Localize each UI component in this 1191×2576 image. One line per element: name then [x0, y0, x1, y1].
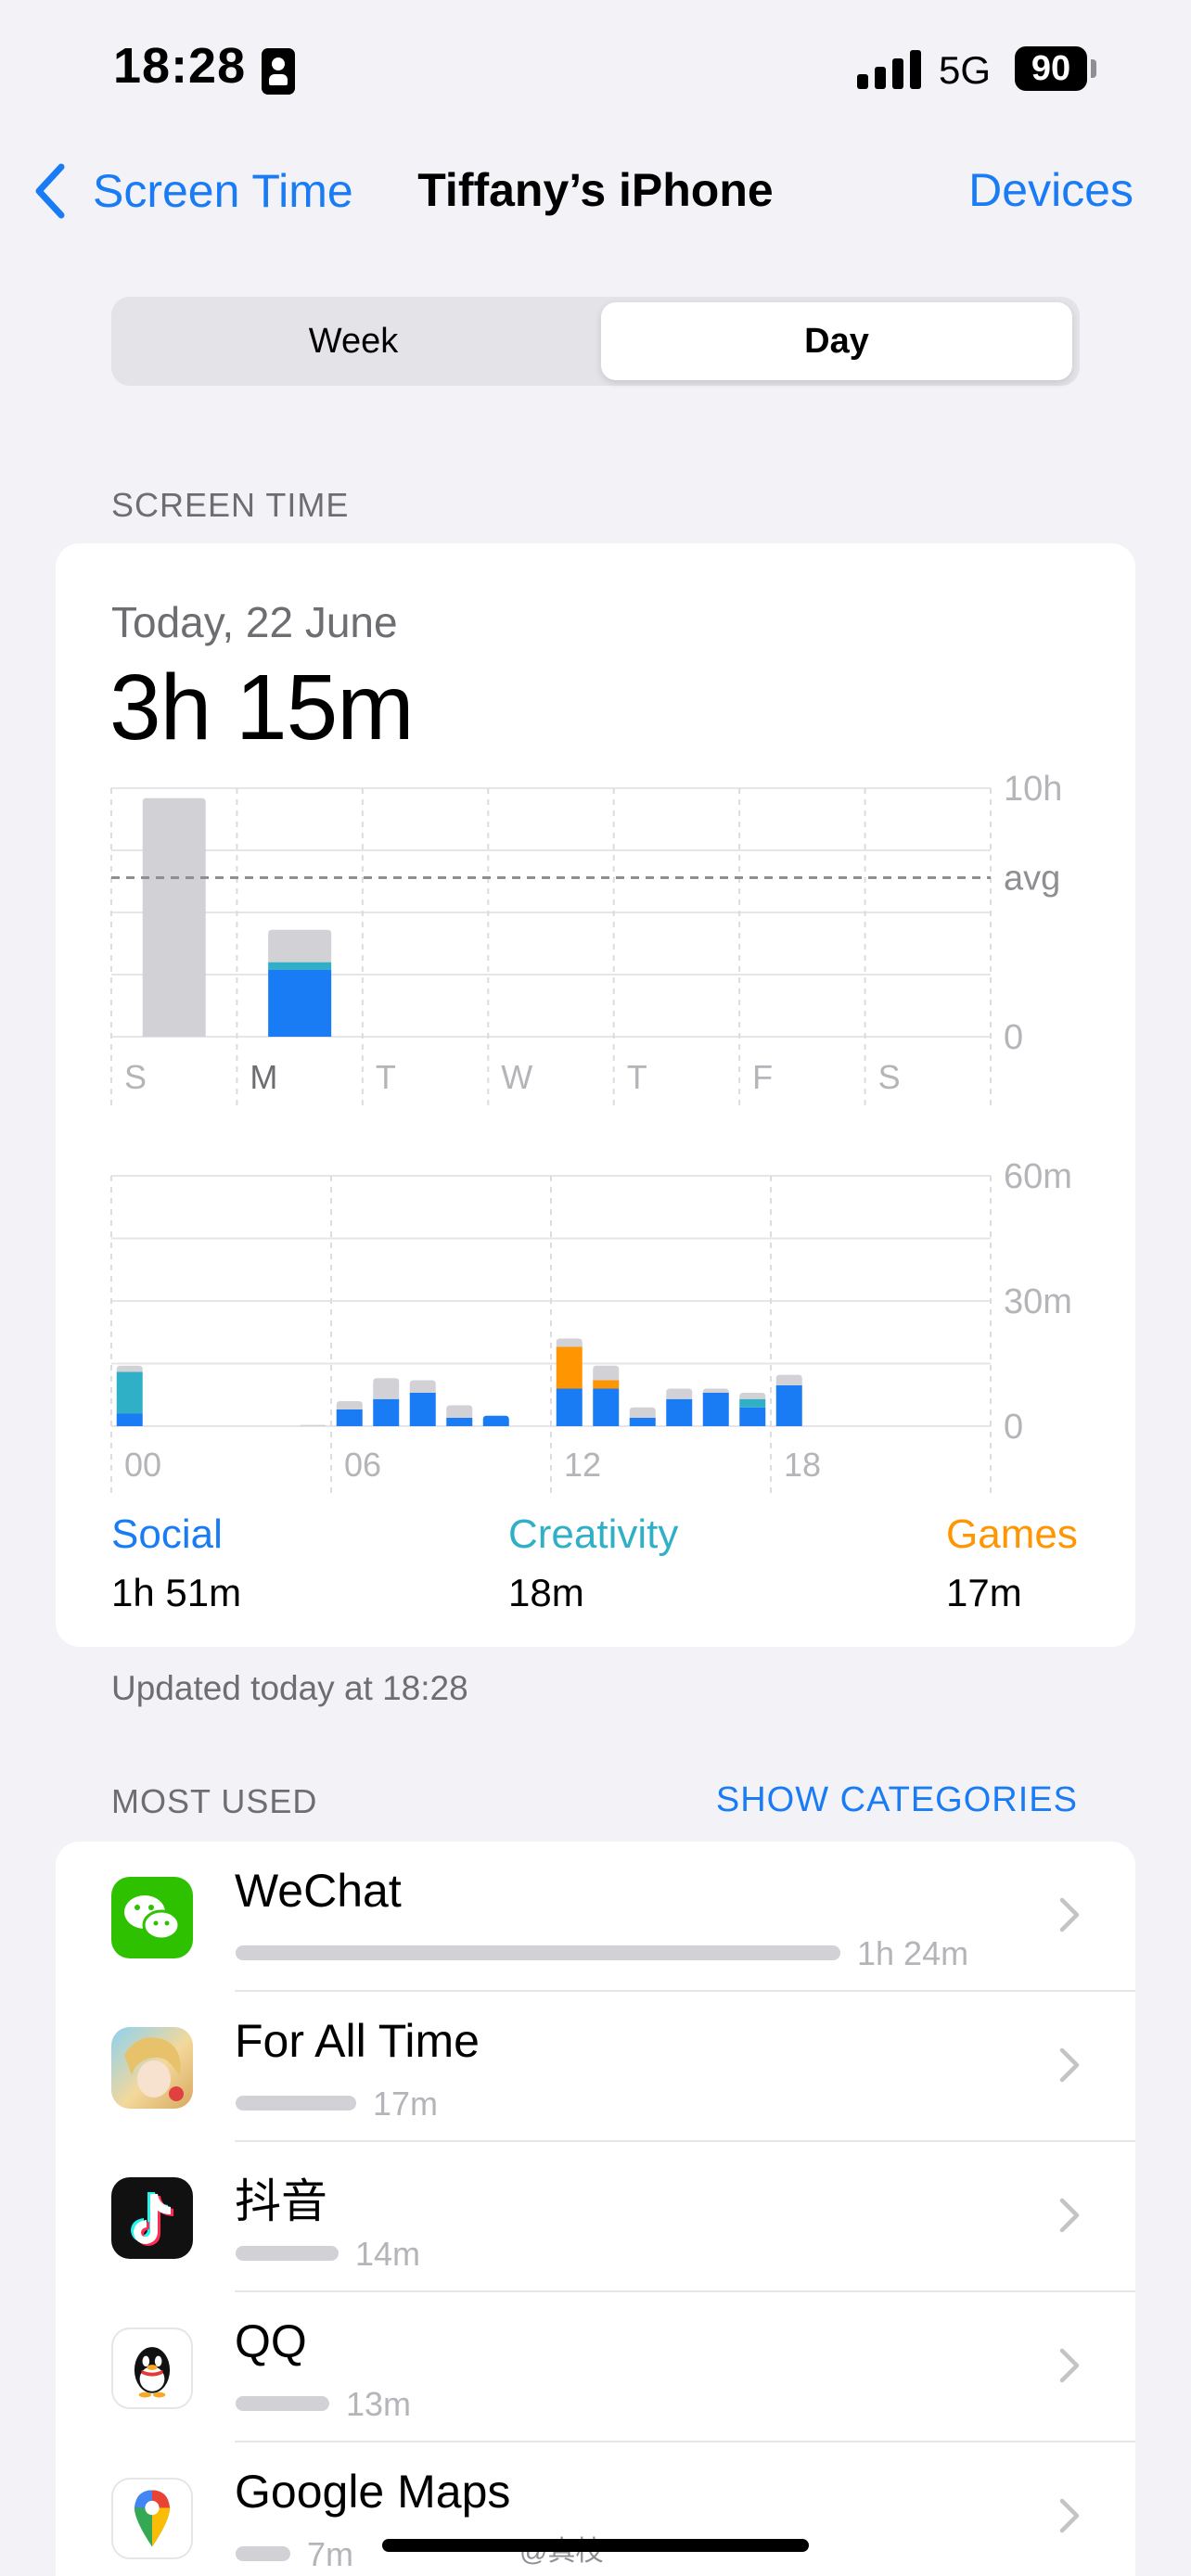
bar-segment-other	[629, 1407, 656, 1418]
app-usage-time: 14m	[355, 2235, 421, 2273]
y-tick-label: 0	[1004, 1408, 1023, 1447]
bar-segment-other	[556, 1338, 583, 1347]
app-usage-time: 17m	[373, 2085, 439, 2123]
home-indicator[interactable]	[382, 2539, 809, 2552]
y-tick-label: avg	[1004, 859, 1060, 898]
bar-segment-social	[446, 1418, 473, 1426]
x-tick-label: 00	[124, 1446, 161, 1484]
bar-segment-creativity	[116, 1371, 143, 1414]
bar-segment-games	[556, 1346, 583, 1389]
bar-segment-social	[666, 1398, 693, 1426]
bar-segment-social	[739, 1407, 766, 1426]
x-tick-label: M	[250, 1058, 277, 1096]
bar-segment-games	[593, 1380, 620, 1389]
bar-segment-social	[556, 1388, 583, 1426]
app-name: QQ	[235, 2315, 307, 2367]
bar-segment-social	[593, 1388, 620, 1426]
app-row-wechat[interactable]: WeChat 1h 24m	[56, 1842, 1135, 1992]
bar-segment-social	[336, 1409, 363, 1426]
most-used-list: WeChat 1h 24m For All Time 17m 抖音 14m QQ…	[56, 1842, 1135, 2576]
y-tick-label: 30m	[1004, 1282, 1072, 1321]
legend-social-label: Social	[111, 1511, 223, 1557]
bar-segment-other	[116, 1365, 143, 1372]
app-row-qq[interactable]: QQ 13m	[56, 2292, 1135, 2442]
bar-segment-social	[409, 1393, 436, 1426]
chevron-right-icon	[1059, 1897, 1080, 1932]
bar-segment-social	[268, 969, 332, 1037]
x-tick-label: 18	[784, 1446, 821, 1484]
x-tick-label: T	[627, 1058, 647, 1096]
bar-segment-other	[409, 1380, 436, 1393]
bar-segment-other	[373, 1378, 400, 1399]
wechat-icon	[111, 1877, 193, 1958]
bar-segment-creativity	[268, 962, 332, 970]
chevron-right-icon	[1059, 2047, 1080, 2083]
usage-charts: S M T W T F S 10h avg 0 00 06 12 18 60m 30m 0	[110, 770, 1072, 1495]
x-tick-label: F	[752, 1058, 773, 1096]
app-name: WeChat	[235, 1865, 402, 1917]
x-tick-label: 12	[564, 1446, 601, 1484]
douyin-icon	[111, 2177, 193, 2259]
bar-segment-other	[300, 1424, 327, 1426]
app-name: For All Time	[235, 2015, 480, 2067]
bar-segment-social	[373, 1398, 400, 1426]
app-name: 抖音	[235, 2175, 327, 2227]
bar-segment-social	[116, 1413, 143, 1426]
x-tick-label: S	[878, 1058, 901, 1096]
bar-segment-other	[446, 1405, 473, 1418]
for-all-time-icon	[111, 2027, 193, 2109]
x-tick-label: T	[376, 1058, 396, 1096]
app-usage-bar	[236, 2396, 329, 2411]
x-tick-label: W	[501, 1058, 532, 1096]
app-row-douyin[interactable]: 抖音 14m	[56, 2142, 1135, 2292]
bar-segment-social	[702, 1393, 729, 1426]
weekly-chart: S M T W T F S 10h avg 0	[110, 770, 1062, 1107]
y-tick-label: 60m	[1004, 1157, 1072, 1196]
app-usage-time: 7m	[307, 2535, 354, 2573]
chevron-right-icon	[1059, 2198, 1080, 2233]
app-usage-time: 13m	[346, 2385, 412, 2423]
legend-social-value: 1h 51m	[111, 1571, 242, 1614]
bar-segment-other	[593, 1365, 620, 1381]
x-tick-label: S	[124, 1058, 147, 1096]
bar-segment-other	[268, 929, 332, 963]
bar-segment-creativity	[739, 1398, 766, 1408]
app-usage-bar	[236, 2546, 290, 2561]
legend-creativity-label: Creativity	[508, 1511, 679, 1557]
bar-segment-social	[482, 1415, 509, 1426]
google-maps-icon	[111, 2478, 193, 2559]
bar-segment-other	[702, 1388, 729, 1393]
app-name: Google Maps	[235, 2466, 511, 2518]
hourly-chart: 00 06 12 18 60m 30m 0	[110, 1157, 1072, 1495]
most-used-section-label: MOST USED	[111, 1782, 318, 1820]
bar-segment-other	[336, 1401, 363, 1409]
y-tick-label: 0	[1004, 1018, 1023, 1057]
legend-creativity-value: 18m	[508, 1571, 584, 1614]
show-categories-button[interactable]: SHOW CATEGORIES	[716, 1780, 1078, 1820]
app-usage-bar	[236, 2246, 339, 2261]
bar-segment-social	[629, 1418, 656, 1426]
bar-segment-other	[775, 1374, 802, 1385]
chevron-right-icon	[1059, 2498, 1080, 2533]
bar-segment-social	[775, 1384, 802, 1426]
bar-segment-other	[666, 1388, 693, 1399]
app-row-for-all-time[interactable]: For All Time 17m	[56, 1992, 1135, 2142]
y-tick-label: 10h	[1004, 770, 1062, 809]
chevron-right-icon	[1059, 2348, 1080, 2383]
qq-icon	[111, 2327, 193, 2409]
app-usage-bar	[236, 1945, 840, 1960]
x-tick-label: 06	[344, 1446, 381, 1484]
legend-games-label: Games	[946, 1511, 1078, 1557]
legend-games-value: 17m	[946, 1571, 1022, 1614]
updated-timestamp: Updated today at 18:28	[111, 1669, 468, 1707]
bar-segment-other	[739, 1393, 766, 1399]
bar-segment-other	[142, 797, 206, 1037]
app-usage-time: 1h 24m	[857, 1934, 969, 1972]
app-usage-bar	[236, 2096, 356, 2111]
